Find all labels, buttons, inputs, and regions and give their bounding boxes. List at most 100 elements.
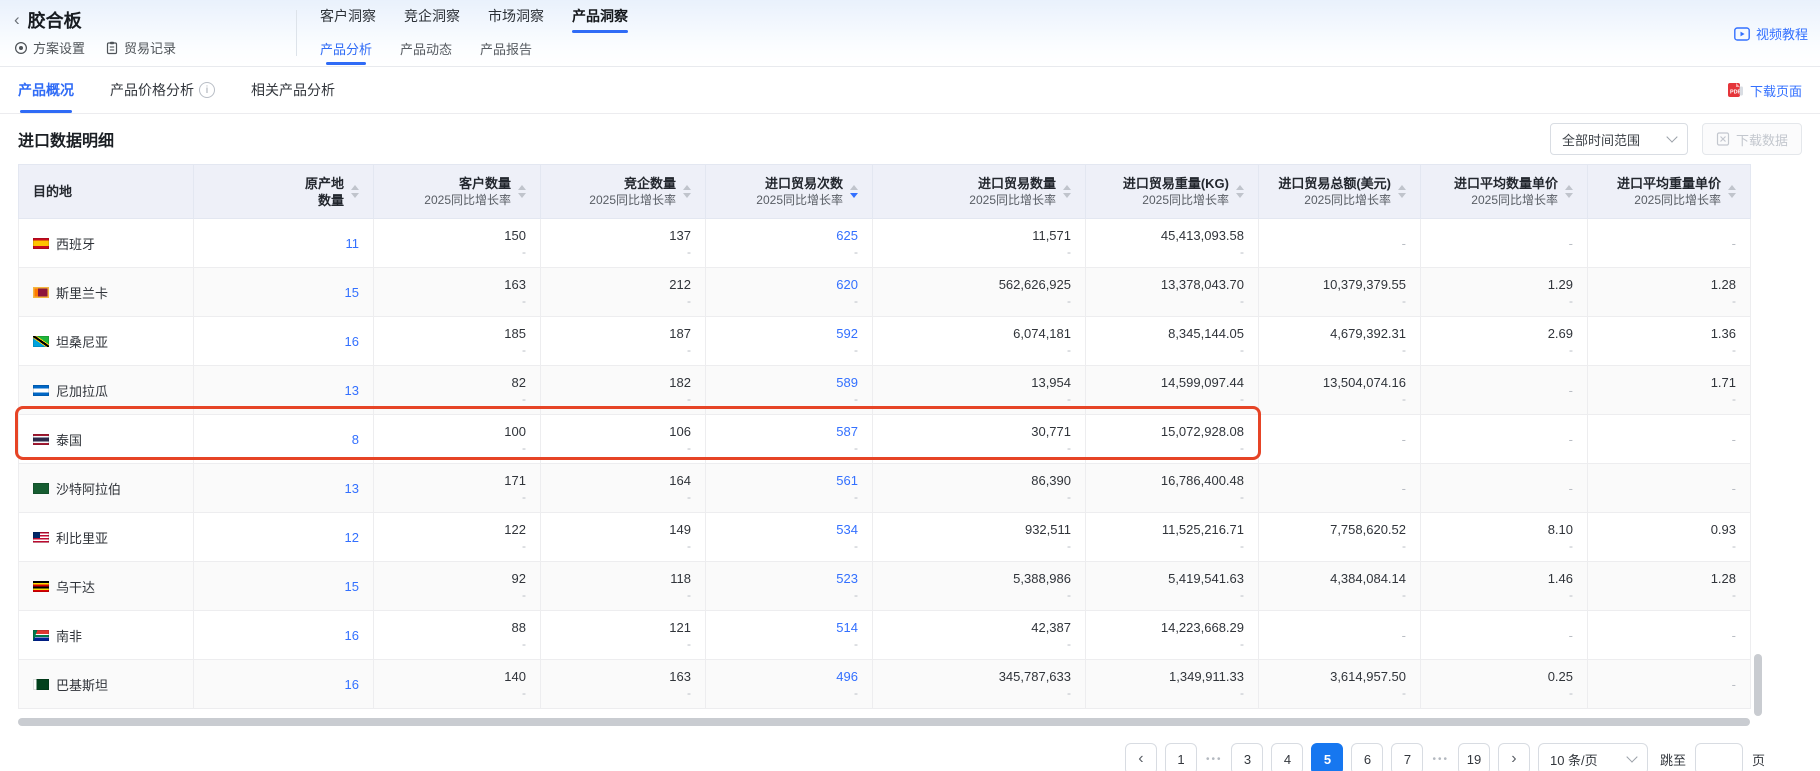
- cell-competitor_count: 137-: [541, 219, 706, 268]
- page-size-select[interactable]: 10 条/页: [1538, 743, 1648, 771]
- tool-tab-产品价格分析[interactable]: 产品价格分析i: [110, 67, 215, 113]
- cell-customer_count: 163-: [374, 268, 541, 317]
- page-unit-label: 页: [1752, 750, 1765, 769]
- sort-carets[interactable]: [1236, 185, 1244, 198]
- origin-count-link[interactable]: 12: [208, 529, 359, 546]
- cell-origin-count: 13: [194, 366, 374, 415]
- trade_times-value[interactable]: 625: [720, 227, 858, 244]
- trade_times-value[interactable]: 589: [720, 374, 858, 391]
- page-button-19[interactable]: 19: [1458, 743, 1490, 771]
- column-header-text: 进口贸易数量2025同比增长率: [969, 175, 1056, 208]
- cell-avg_weight_price: 0.93-: [1588, 513, 1751, 562]
- vertical-scrollbar[interactable]: [1754, 654, 1762, 716]
- prev-page-button[interactable]: ‹: [1125, 743, 1157, 771]
- cell-competitor_count: 163-: [541, 660, 706, 709]
- trade_times-value[interactable]: 561: [720, 472, 858, 489]
- trade-records-button[interactable]: 贸易记录: [105, 38, 176, 57]
- back-icon[interactable]: ‹: [14, 8, 20, 32]
- origin-count-link[interactable]: 15: [208, 284, 359, 301]
- origin-count-link[interactable]: 16: [208, 627, 359, 644]
- trade_times-value[interactable]: 514: [720, 619, 858, 636]
- scheme-settings-button[interactable]: 方案设置: [14, 38, 85, 57]
- growth-rate-value: -: [388, 440, 526, 456]
- column-header-进口贸易重量(KG)[interactable]: 进口贸易重量(KG)2025同比增长率: [1086, 165, 1259, 219]
- sort-carets[interactable]: [1398, 185, 1406, 198]
- avg_qty_price-value: 1.46: [1435, 570, 1573, 587]
- trade_times-value[interactable]: 592: [720, 325, 858, 342]
- cell-trade_times: 589-: [706, 366, 873, 415]
- jump-page-input[interactable]: [1695, 743, 1743, 771]
- page-button-4[interactable]: 4: [1271, 743, 1303, 771]
- column-header-进口贸易次数[interactable]: 进口贸易次数2025同比增长率: [706, 165, 873, 219]
- pagination-ellipsis: •••: [1431, 754, 1450, 765]
- column-header-进口平均重量单价[interactable]: 进口平均重量单价2025同比增长率: [1588, 165, 1751, 219]
- cell-avg_weight_price: 1.36-: [1588, 317, 1751, 366]
- origin-count-link[interactable]: 8: [208, 431, 359, 448]
- table-row-坦桑尼亚: 坦桑尼亚16185-187-592-6,074,181-8,345,144.05…: [19, 317, 1751, 366]
- chevron-left-icon: ‹: [1138, 751, 1143, 767]
- sort-carets[interactable]: [1728, 185, 1736, 198]
- origin-count-link[interactable]: 13: [208, 382, 359, 399]
- cell-destination: 沙特阿拉伯: [19, 464, 194, 513]
- origin-count-link[interactable]: 16: [208, 676, 359, 693]
- table-row-尼加拉瓜: 尼加拉瓜1382-182-589-13,954-14,599,097.44-13…: [19, 366, 1751, 415]
- info-icon[interactable]: i: [199, 82, 215, 98]
- tool-tab-相关产品分析[interactable]: 相关产品分析: [251, 67, 335, 113]
- page-button-5[interactable]: 5: [1311, 743, 1343, 771]
- trade_times-value[interactable]: 523: [720, 570, 858, 587]
- video-tutorial-link[interactable]: 视频教程: [1734, 24, 1808, 43]
- trade_times-value[interactable]: 534: [720, 521, 858, 538]
- sort-desc-icon: [850, 193, 858, 198]
- column-header-客户数量[interactable]: 客户数量2025同比增长率: [374, 165, 541, 219]
- subnav-tab-产品动态[interactable]: 产品动态: [400, 34, 452, 65]
- nav-tab-市场洞察[interactable]: 市场洞察: [488, 0, 544, 33]
- growth-rate-value: -: [1100, 489, 1244, 505]
- nav-tab-客户洞察[interactable]: 客户洞察: [320, 0, 376, 33]
- competitor_count-value: 118: [555, 570, 691, 587]
- column-header-进口贸易总额(美元)[interactable]: 进口贸易总额(美元)2025同比增长率: [1259, 165, 1421, 219]
- origin-count-link[interactable]: 16: [208, 333, 359, 350]
- origin-count-link[interactable]: 13: [208, 480, 359, 497]
- sort-carets[interactable]: [1565, 185, 1573, 198]
- cell-origin-count: 13: [194, 464, 374, 513]
- cell-avg_qty_price: -: [1421, 464, 1588, 513]
- next-page-button[interactable]: ›: [1498, 743, 1530, 771]
- subnav-tab-产品分析[interactable]: 产品分析: [320, 34, 372, 65]
- sort-desc-icon: [518, 193, 526, 198]
- trade_times-value[interactable]: 496: [720, 668, 858, 685]
- origin-count-link[interactable]: 15: [208, 578, 359, 595]
- sort-carets[interactable]: [1063, 185, 1071, 198]
- column-header-进口平均数量单价[interactable]: 进口平均数量单价2025同比增长率: [1421, 165, 1588, 219]
- destination-group: 坦桑尼亚: [33, 332, 179, 351]
- subnav-tab-产品报告[interactable]: 产品报告: [480, 34, 532, 65]
- empty-value: -: [1602, 432, 1736, 447]
- cell-trade_amount: -: [1259, 611, 1421, 660]
- customer_count-value: 92: [388, 570, 526, 587]
- nav-tab-竞企洞察[interactable]: 竞企洞察: [404, 0, 460, 33]
- page-button-1[interactable]: 1: [1165, 743, 1197, 771]
- column-header-进口贸易数量[interactable]: 进口贸易数量2025同比增长率: [873, 165, 1086, 219]
- sort-carets[interactable]: [683, 185, 691, 198]
- growth-rate-value: -: [555, 244, 691, 260]
- page-button-7[interactable]: 7: [1391, 743, 1423, 771]
- sort-carets[interactable]: [518, 185, 526, 198]
- origin-count-link[interactable]: 11: [208, 235, 359, 252]
- column-header-原产地[interactable]: 原产地数量: [194, 165, 374, 219]
- avg_weight_price-value: 1.71: [1602, 374, 1736, 391]
- page-button-3[interactable]: 3: [1231, 743, 1263, 771]
- trade_times-value[interactable]: 620: [720, 276, 858, 293]
- time-range-select[interactable]: 全部时间范围: [1550, 123, 1688, 155]
- sort-carets[interactable]: [351, 185, 359, 198]
- page-button-6[interactable]: 6: [1351, 743, 1383, 771]
- nav-tab-产品洞察[interactable]: 产品洞察: [572, 0, 628, 33]
- sort-carets[interactable]: [850, 185, 858, 198]
- download-data-button[interactable]: 下载数据: [1702, 123, 1802, 155]
- growth-rate-value: -: [388, 244, 526, 260]
- tool-tab-产品概况[interactable]: 产品概况: [18, 67, 74, 113]
- growth-rate-value: -: [720, 293, 858, 309]
- horizontal-scrollbar[interactable]: [18, 718, 1750, 726]
- download-page-button[interactable]: PDF 下载页面: [1727, 81, 1802, 100]
- column-header-竞企数量[interactable]: 竞企数量2025同比增长率: [541, 165, 706, 219]
- cell-competitor_count: 121-: [541, 611, 706, 660]
- trade_times-value[interactable]: 587: [720, 423, 858, 440]
